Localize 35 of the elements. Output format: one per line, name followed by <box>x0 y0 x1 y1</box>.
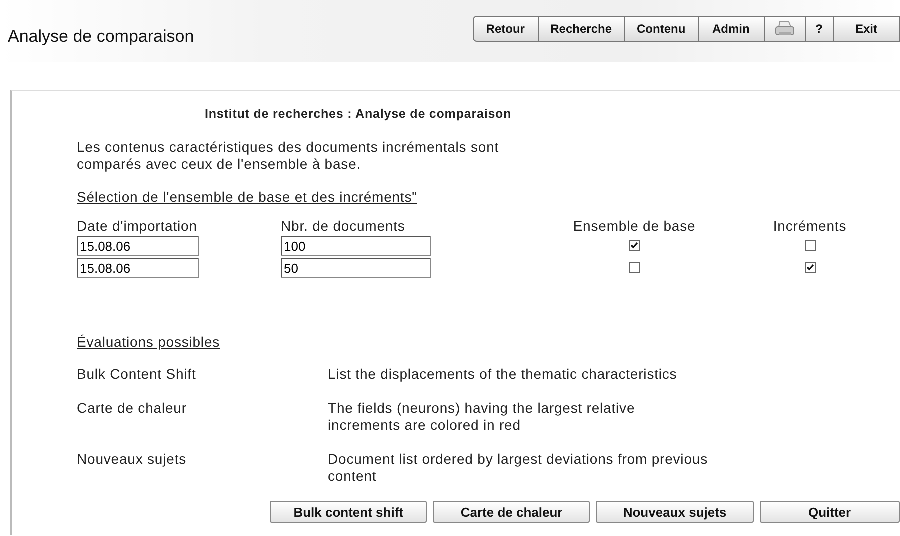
evaluation-name: Carte de chaleur <box>77 400 188 418</box>
toolbar-button[interactable]: Recherche <box>538 16 625 42</box>
action-button[interactable]: Carte de chaleur <box>433 501 590 523</box>
evaluations-heading[interactable]: Évaluations possibles <box>77 334 220 350</box>
toolbar-button[interactable]: Exit <box>834 16 900 42</box>
evaluation-description: The fields (neurons) having the largest relative increments are colored in red <box>328 400 636 434</box>
date-field[interactable]: 15.08.06 <box>77 236 199 256</box>
evaluation-name: Nouveaux sujets <box>77 451 188 469</box>
toolbar-button[interactable]: Retour <box>472 16 539 42</box>
page-title: Analyse de comparaison <box>8 27 196 47</box>
print-button[interactable] <box>764 16 806 42</box>
toolbar-button[interactable]: Contenu <box>625 16 699 42</box>
evaluation-description: List the displacements of the thematic characteristics <box>328 366 678 383</box>
toolbar-button[interactable]: Admin <box>698 16 765 42</box>
selection-link[interactable]: Sélection de l'ensemble de base et des incréments" <box>77 189 418 205</box>
evaluation-name: Bulk Content Shift <box>77 366 198 383</box>
column-header: Date d'importation <box>77 218 198 234</box>
checkbox[interactable] <box>629 240 640 251</box>
intro-text: Les contenus caractéristiques des documents incrémentals sont comparés avec ceux de l'ensemble à base. <box>77 139 500 173</box>
column-header: Ensemble de base <box>573 218 696 234</box>
checkbox[interactable] <box>804 240 816 251</box>
checkbox[interactable] <box>804 262 816 273</box>
column-header: Incréments <box>773 218 847 234</box>
evaluation-description: Document list ordered by largest deviations from previous content <box>328 451 709 485</box>
action-button[interactable]: Nouveaux sujets <box>596 501 754 523</box>
column-header: Nbr. de documents <box>281 218 406 234</box>
action-button[interactable]: Quitter <box>760 501 900 523</box>
action-button[interactable]: Bulk content shift <box>270 501 428 523</box>
printer-icon <box>774 21 795 37</box>
toolbar-button[interactable]: ? <box>806 16 834 42</box>
checkbox[interactable] <box>629 262 640 273</box>
documents-field[interactable]: 100 <box>281 236 431 256</box>
documents-field[interactable]: 50 <box>281 258 431 278</box>
date-field[interactable]: 15.08.06 <box>77 258 199 278</box>
panel-title: Institut de recherches : Analyse de comparaison <box>205 107 513 121</box>
